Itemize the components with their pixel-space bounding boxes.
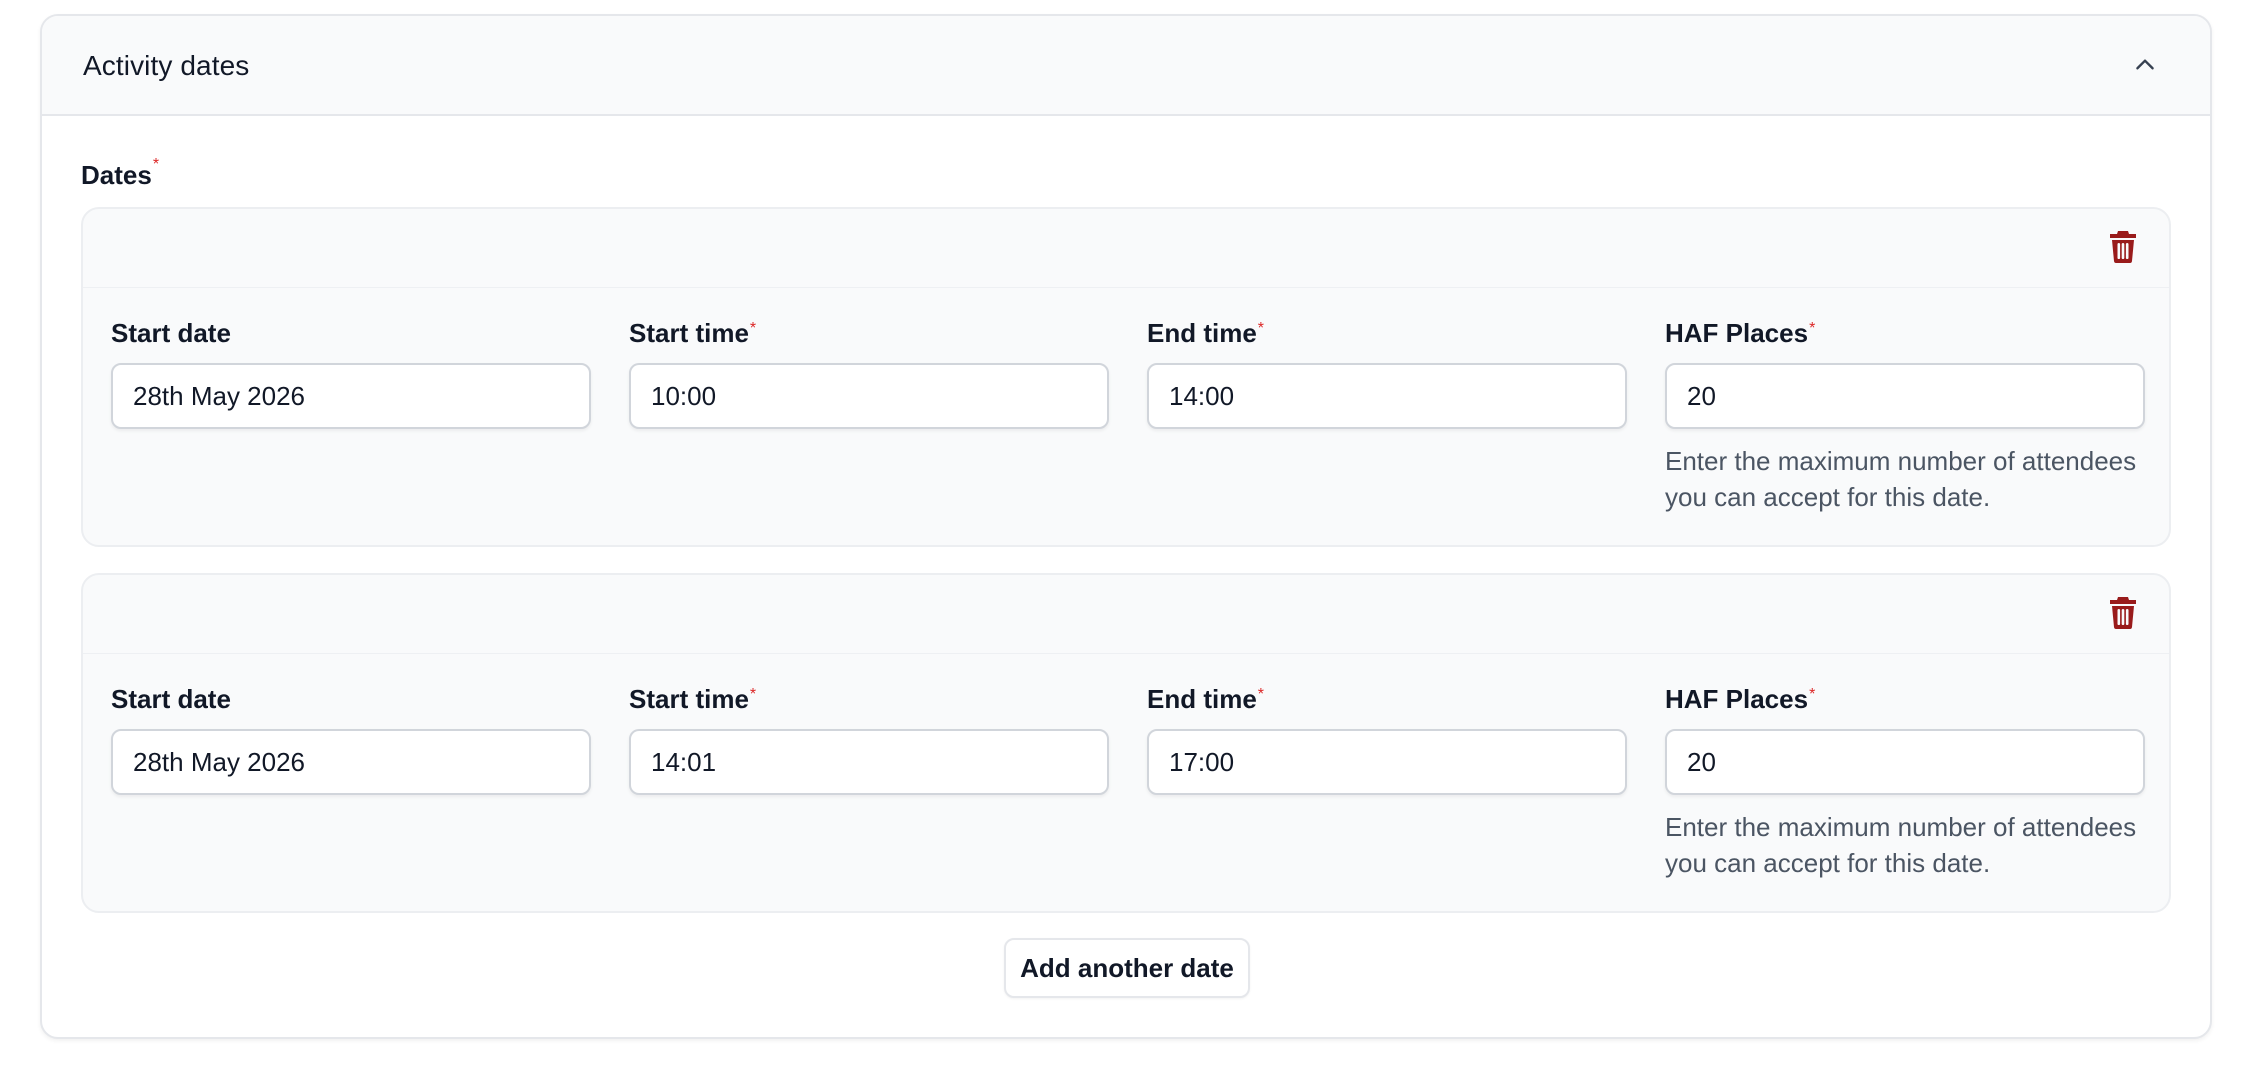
- haf-places-hint: Enter the maximum number of attendees yo…: [1665, 446, 2137, 512]
- required-mark: *: [1809, 686, 1816, 703]
- start-date-label: Start date: [111, 318, 231, 348]
- start-time-label-text: Start time: [629, 318, 749, 348]
- haf-places-field: HAF Places* Enter the maximum number of …: [1665, 683, 2145, 881]
- trash-icon[interactable]: [2109, 595, 2137, 629]
- haf-places-label-text: HAF Places: [1665, 318, 1809, 348]
- required-mark: *: [152, 156, 160, 173]
- required-mark: *: [749, 320, 757, 337]
- start-time-input[interactable]: [629, 729, 1109, 795]
- required-mark: *: [1257, 320, 1265, 337]
- dates-label-text: Dates: [81, 160, 152, 190]
- required-mark: *: [1257, 686, 1265, 703]
- end-time-field: End time*: [1147, 317, 1627, 429]
- chevron-up-icon[interactable]: [2132, 52, 2158, 78]
- dates-label: Dates*: [81, 156, 159, 191]
- section-title: Activity dates: [83, 50, 250, 81]
- start-time-field: Start time*: [629, 683, 1109, 795]
- end-time-label-text: End time: [1147, 318, 1257, 348]
- haf-places-label: HAF Places*: [1665, 683, 2145, 715]
- date-entry-toolbar: [83, 209, 2169, 288]
- haf-places-label-text: HAF Places: [1665, 684, 1809, 714]
- trash-icon[interactable]: [2109, 229, 2137, 263]
- required-mark: *: [749, 686, 757, 703]
- haf-places-label: HAF Places*: [1665, 317, 2145, 349]
- end-time-input[interactable]: [1147, 729, 1627, 795]
- end-time-field: End time*: [1147, 683, 1627, 795]
- start-date-input[interactable]: [111, 729, 591, 795]
- end-time-label: End time*: [1147, 317, 1627, 349]
- haf-places-hint: Enter the maximum number of attendees yo…: [1665, 812, 2137, 878]
- date-entry-toolbar: [83, 575, 2169, 654]
- date-entry-card: Start date Start time* End time* HAF Pla…: [81, 573, 2171, 913]
- start-date-field: Start date: [111, 683, 591, 795]
- start-time-input[interactable]: [629, 363, 1109, 429]
- start-time-label: Start time*: [629, 317, 1109, 349]
- start-date-label: Start date: [111, 684, 231, 714]
- required-mark: *: [1809, 320, 1816, 337]
- end-time-input[interactable]: [1147, 363, 1627, 429]
- start-date-input[interactable]: [111, 363, 591, 429]
- start-time-label: Start time*: [629, 683, 1109, 715]
- end-time-label: End time*: [1147, 683, 1627, 715]
- haf-places-input[interactable]: [1665, 363, 2145, 429]
- haf-places-field: HAF Places* Enter the maximum number of …: [1665, 317, 2145, 515]
- add-another-date-button[interactable]: Add another date: [1004, 938, 1250, 998]
- section-header[interactable]: Activity dates: [42, 16, 2210, 116]
- start-time-field: Start time*: [629, 317, 1109, 429]
- date-entry-card: Start date Start time* End time* HAF Pla…: [81, 207, 2171, 547]
- end-time-label-text: End time: [1147, 684, 1257, 714]
- start-time-label-text: Start time: [629, 684, 749, 714]
- start-date-field: Start date: [111, 317, 591, 429]
- haf-places-input[interactable]: [1665, 729, 2145, 795]
